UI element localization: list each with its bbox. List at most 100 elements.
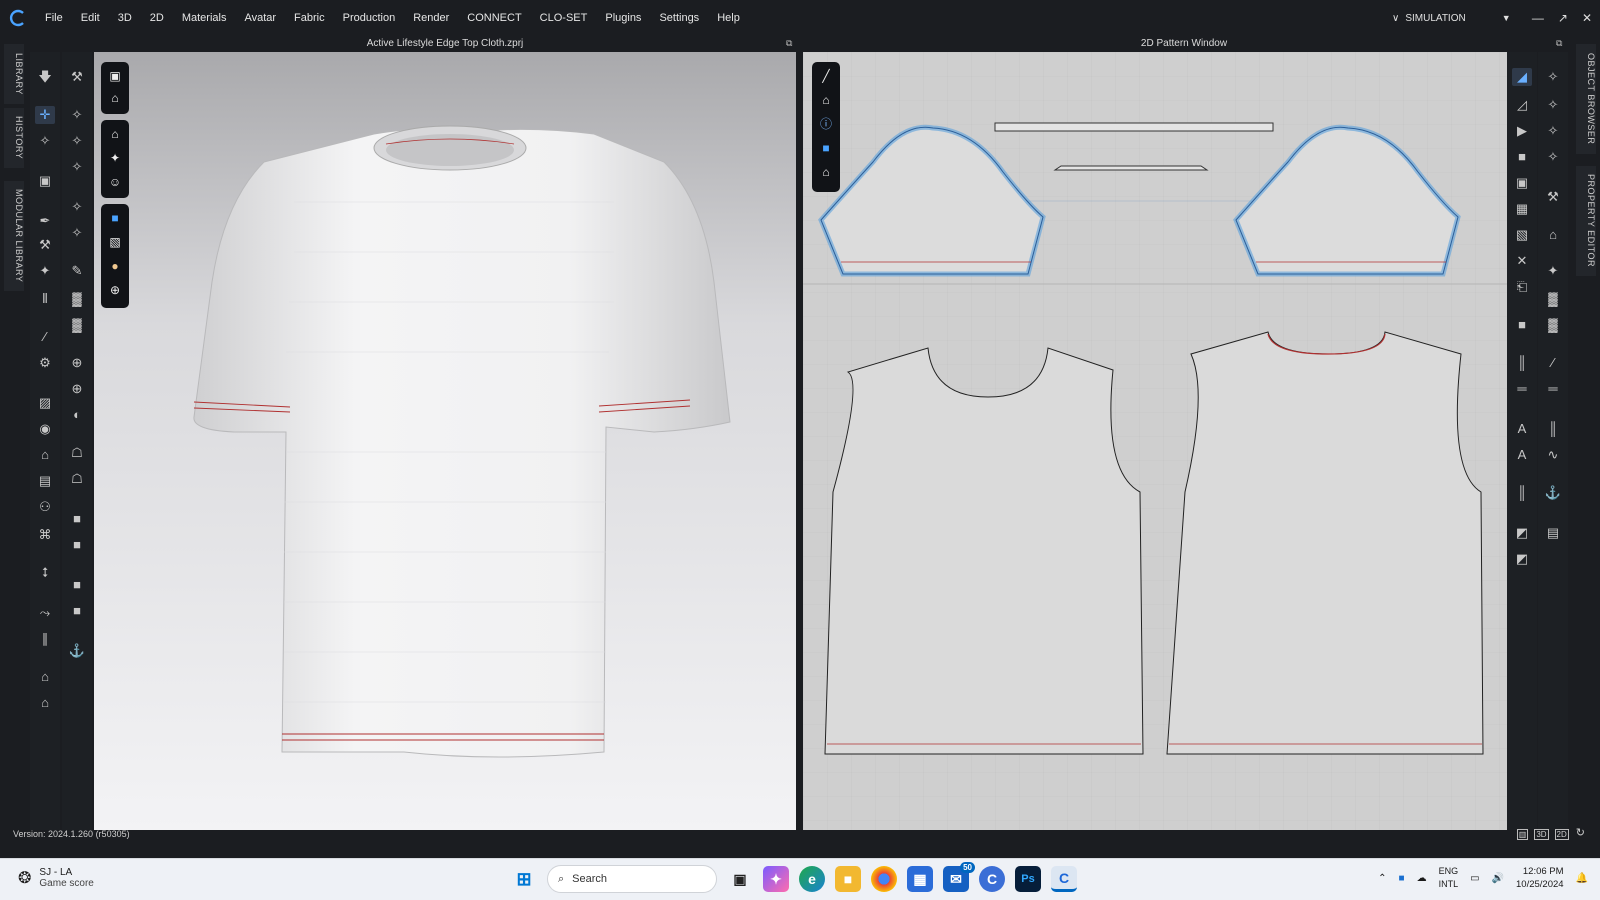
garment-view-icon[interactable]: ⌂	[107, 90, 123, 106]
solid-icon[interactable]: ■	[67, 536, 87, 554]
file-explorer-icon[interactable]: ■	[835, 866, 861, 892]
clock[interactable]: 12:06 PM 10/25/2024	[1516, 865, 1564, 891]
texture-2d-icon[interactable]: ■	[818, 140, 834, 156]
3d-viewport[interactable]	[94, 52, 796, 830]
zigzag-icon[interactable]: ∿	[1543, 446, 1563, 464]
polygon-icon[interactable]: ▶	[1512, 122, 1532, 140]
menu-help[interactable]: Help	[708, 0, 749, 36]
pattern-texture-2d-icon[interactable]: ▓	[1543, 290, 1563, 308]
show-pins-icon[interactable]: ✦	[107, 150, 123, 166]
measure-curve-icon[interactable]: ═	[1543, 380, 1563, 398]
texture-display-icon[interactable]: ■	[107, 210, 123, 226]
show-avatar-icon[interactable]: ☺	[107, 174, 123, 190]
point-select-icon[interactable]: ✧	[67, 106, 87, 124]
task-view-icon[interactable]: ▣	[727, 866, 753, 892]
hanger-icon[interactable]: ⌘	[35, 526, 55, 544]
garment-fit-icon[interactable]: ⌂	[35, 446, 55, 464]
snap-icon[interactable]: ⊕	[67, 354, 87, 372]
restore-icon[interactable]: ↗	[1558, 11, 1568, 25]
edit-seam-icon[interactable]: ✧	[67, 158, 87, 176]
chrome-icon[interactable]	[871, 866, 897, 892]
tab-property-editor[interactable]: PROPERTY EDITOR	[1576, 166, 1596, 276]
shirt-tool-icon[interactable]: ⌂	[35, 668, 55, 686]
avatar-pose-icon[interactable]: ⚒	[67, 68, 87, 86]
fitting-icon[interactable]: ⚓	[67, 642, 87, 660]
menu-connect[interactable]: CONNECT	[458, 0, 530, 36]
notification-bell-icon[interactable]: 🔔	[1576, 873, 1588, 884]
select-mesh-icon[interactable]: ✧	[35, 132, 55, 150]
free-sewing-2d-icon[interactable]: ✧	[1543, 122, 1563, 140]
menu-settings[interactable]: Settings	[650, 0, 708, 36]
pattern-texture-icon[interactable]: ▓	[67, 316, 87, 334]
fold-sewing-icon[interactable]: ✧	[1543, 148, 1563, 166]
shrinkage-icon[interactable]: ⚙	[35, 354, 55, 372]
grid-tool-icon[interactable]: ▤	[1543, 524, 1563, 542]
rib-icon[interactable]: ║	[1543, 420, 1563, 438]
lock-icon[interactable]: ☖	[67, 444, 87, 462]
show-hidden-icons-icon[interactable]: ⌃	[1378, 873, 1386, 884]
view-2d-button[interactable]: 2D	[1554, 829, 1569, 840]
brush-icon[interactable]: ✎	[67, 262, 87, 280]
environment-icon[interactable]: ⊕	[107, 282, 123, 298]
transform-pattern-icon[interactable]: ◿	[1512, 96, 1532, 114]
annotation-icon[interactable]: A	[1512, 446, 1532, 464]
topstitch-icon[interactable]: ▓	[1543, 316, 1563, 334]
edit-texture-2d-icon[interactable]: ✦	[1543, 262, 1563, 280]
pen-tool-icon[interactable]: ╱	[818, 68, 834, 84]
sewing-2d-icon[interactable]: ║	[1512, 354, 1532, 372]
notch-icon[interactable]: ■	[1512, 316, 1532, 334]
simulation-mode-dropdown[interactable]: ∨ SIMULATION ▼	[1392, 0, 1522, 36]
binding-icon[interactable]: ⚒	[1543, 188, 1563, 206]
trace-icon[interactable]: ▧	[1512, 226, 1532, 244]
sewing-icon[interactable]: ✒	[35, 212, 55, 230]
minimize-icon[interactable]: —	[1532, 11, 1544, 25]
cloud-sync-icon[interactable]: ☁	[1417, 873, 1427, 884]
internal-rect-icon[interactable]: ▣	[1512, 174, 1532, 192]
search-box[interactable]: ⌕ Search	[547, 865, 717, 893]
dart-icon[interactable]: ▦	[1512, 200, 1532, 218]
2d-pattern-viewport[interactable]	[803, 52, 1507, 830]
graphic-icon[interactable]: ◐	[67, 406, 87, 424]
menu-fabric[interactable]: Fabric	[285, 0, 334, 36]
light-icon[interactable]: ●	[107, 258, 123, 274]
refresh-icon[interactable]: ↻	[1575, 828, 1586, 840]
menu-materials[interactable]: Materials	[173, 0, 236, 36]
steam-icon[interactable]: ∕	[35, 328, 55, 346]
segment-sewing-2d-icon[interactable]: ✧	[1543, 96, 1563, 114]
info-icon[interactable]: ⓘ	[818, 116, 834, 132]
edit-pattern-icon[interactable]: ◢	[1512, 68, 1532, 86]
widgets-button[interactable]: ❂ SJ - LA Game score	[18, 867, 94, 889]
pattern-view-icon[interactable]: ⌂	[818, 92, 834, 108]
select-move-icon[interactable]: 🡇	[35, 68, 55, 86]
select-point-2d-icon[interactable]: ✧	[1543, 68, 1563, 86]
tab-history[interactable]: HISTORY	[4, 108, 24, 168]
menu-production[interactable]: Production	[334, 0, 405, 36]
free-sewing-icon[interactable]: ✧	[67, 224, 87, 242]
pressure-map-icon[interactable]: ⚇	[35, 498, 55, 516]
copilot-icon[interactable]: ✦	[763, 866, 789, 892]
clo3d-app-icon[interactable]: C	[1051, 866, 1077, 892]
clo-browser-icon[interactable]: C	[979, 866, 1005, 892]
trim-icon[interactable]: ▨	[35, 394, 55, 412]
ruler-icon[interactable]: ∥	[35, 630, 55, 648]
stack-icon[interactable]: ■	[67, 602, 87, 620]
cut-icon[interactable]: ✕	[1512, 252, 1532, 270]
store-icon[interactable]: ▦	[907, 866, 933, 892]
mesh-display-icon[interactable]: ▧	[107, 234, 123, 250]
zip-icon[interactable]: ⭥	[35, 564, 55, 582]
clo-logo-icon[interactable]	[0, 0, 36, 36]
volume-icon[interactable]: 🔊	[1492, 873, 1504, 884]
mesh-icon[interactable]: ⊕	[67, 380, 87, 398]
piping-icon[interactable]: ⤳	[35, 604, 55, 622]
cube-view-icon[interactable]: ▣	[107, 68, 123, 84]
garment-layer-icon[interactable]: ⌂	[35, 694, 55, 712]
close-icon[interactable]: ✕	[1582, 11, 1592, 25]
measure-line-icon[interactable]: ∕	[1543, 354, 1563, 372]
menu-edit[interactable]: Edit	[72, 0, 109, 36]
edge-icon[interactable]: e	[799, 866, 825, 892]
avatar-measure-icon[interactable]: ▤	[35, 472, 55, 490]
mail-icon[interactable]: ✉ 50	[943, 862, 975, 892]
knit-icon[interactable]: ⚓	[1543, 484, 1563, 502]
menu-avatar[interactable]: Avatar	[235, 0, 285, 36]
language-indicator[interactable]: ENG INTL	[1439, 865, 1459, 891]
